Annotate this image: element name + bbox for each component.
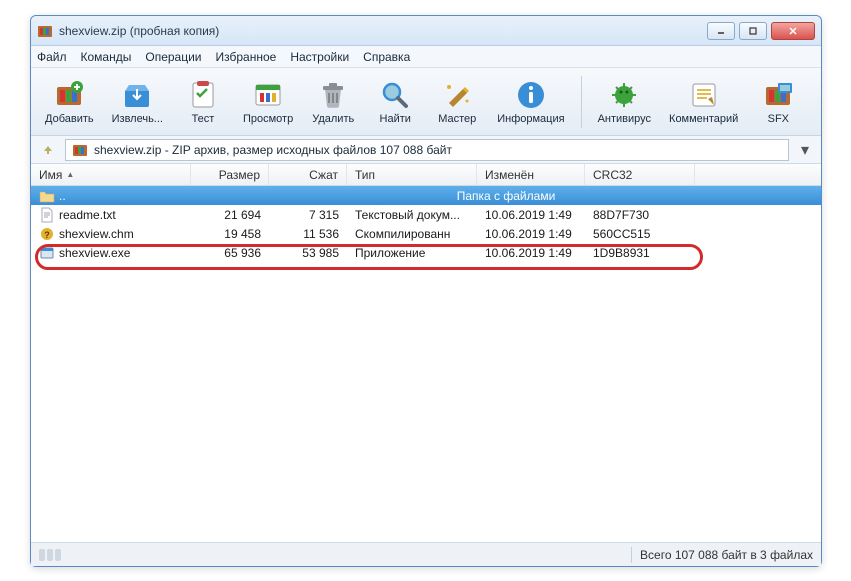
close-button[interactable] xyxy=(771,22,815,40)
menu-favorites[interactable]: Избранное xyxy=(216,50,277,64)
view-button[interactable]: Просмотр xyxy=(237,75,299,129)
extract-label: Извлечь... xyxy=(112,113,163,125)
menu-settings[interactable]: Настройки xyxy=(290,50,349,64)
titlebar: shexview.zip (пробная копия) xyxy=(31,16,821,46)
file-list: Имя▲ Размер Сжат Тип Изменён CRC32 .. Па… xyxy=(31,164,821,542)
svg-text:?: ? xyxy=(44,230,50,240)
menu-operations[interactable]: Операции xyxy=(145,50,201,64)
menu-commands[interactable]: Команды xyxy=(81,50,132,64)
info-button[interactable]: Информация xyxy=(491,75,570,129)
sfx-button[interactable]: SFX xyxy=(750,75,806,129)
sfx-label: SFX xyxy=(768,113,789,125)
address-dropdown[interactable]: ▾ xyxy=(797,140,813,160)
antivirus-label: Антивирус xyxy=(598,113,651,125)
statusbar: Всего 107 088 байт в 3 файлах xyxy=(31,542,821,566)
find-icon xyxy=(379,79,411,111)
folder-icon xyxy=(39,188,55,204)
pathbar: shexview.zip - ZIP архив, размер исходны… xyxy=(31,136,821,164)
txt-file-icon xyxy=(39,207,55,223)
extract-icon xyxy=(121,79,153,111)
col-modified[interactable]: Изменён xyxy=(477,164,585,185)
address-box[interactable]: shexview.zip - ZIP архив, размер исходны… xyxy=(65,139,789,161)
wizard-icon xyxy=(441,79,473,111)
comment-button[interactable]: Комментарий xyxy=(663,75,744,129)
info-label: Информация xyxy=(497,113,564,125)
address-text: shexview.zip - ZIP архив, размер исходны… xyxy=(94,143,452,157)
app-icon xyxy=(37,23,53,39)
parent-type: Папка с файлами xyxy=(191,189,821,203)
test-icon xyxy=(187,79,219,111)
minimize-button[interactable] xyxy=(707,22,735,40)
delete-button[interactable]: Удалить xyxy=(305,75,361,129)
up-button[interactable] xyxy=(39,139,57,161)
view-icon xyxy=(252,79,284,111)
col-packed[interactable]: Сжат xyxy=(269,164,347,185)
add-label: Добавить xyxy=(45,113,94,125)
menu-help[interactable]: Справка xyxy=(363,50,410,64)
parent-name: .. xyxy=(59,189,66,203)
status-grip-icon xyxy=(39,549,79,561)
antivirus-button[interactable]: Антивирус xyxy=(592,75,657,129)
maximize-button[interactable] xyxy=(739,22,767,40)
find-label: Найти xyxy=(380,113,411,125)
archive-icon xyxy=(72,142,88,158)
find-button[interactable]: Найти xyxy=(367,75,423,129)
test-label: Тест xyxy=(192,113,215,125)
sfx-icon xyxy=(762,79,794,111)
info-icon xyxy=(515,79,547,111)
col-name[interactable]: Имя▲ xyxy=(31,164,191,185)
window: shexview.zip (пробная копия) Файл Команд… xyxy=(30,15,822,567)
chm-file-icon: ? xyxy=(39,226,55,242)
status-total: Всего 107 088 байт в 3 файлах xyxy=(640,548,813,562)
menu-file[interactable]: Файл xyxy=(37,50,67,64)
view-label: Просмотр xyxy=(243,113,293,125)
toolbar-separator xyxy=(581,76,582,128)
window-controls xyxy=(707,22,815,40)
file-row[interactable]: readme.txt 21 694 7 315 Текстовый докум.… xyxy=(31,205,821,224)
delete-icon xyxy=(317,79,349,111)
extract-button[interactable]: Извлечь... xyxy=(106,75,169,129)
delete-label: Удалить xyxy=(312,113,354,125)
sort-asc-icon: ▲ xyxy=(66,170,74,179)
column-headers: Имя▲ Размер Сжат Тип Изменён CRC32 xyxy=(31,164,821,186)
test-button[interactable]: Тест xyxy=(175,75,231,129)
parent-folder-row[interactable]: .. Папка с файлами xyxy=(31,186,821,205)
col-size[interactable]: Размер xyxy=(191,164,269,185)
wizard-button[interactable]: Мастер xyxy=(429,75,485,129)
add-button[interactable]: Добавить xyxy=(39,75,100,129)
window-title: shexview.zip (пробная копия) xyxy=(59,24,707,38)
file-row[interactable]: shexview.exe 65 936 53 985 Приложение 10… xyxy=(31,243,821,262)
comment-label: Комментарий xyxy=(669,113,738,125)
file-row[interactable]: ? shexview.chm 19 458 11 536 Скомпилиров… xyxy=(31,224,821,243)
add-icon xyxy=(53,79,85,111)
antivirus-icon xyxy=(608,79,640,111)
col-type[interactable]: Тип xyxy=(347,164,477,185)
col-crc[interactable]: CRC32 xyxy=(585,164,695,185)
comment-icon xyxy=(688,79,720,111)
menubar: Файл Команды Операции Избранное Настройк… xyxy=(31,46,821,68)
exe-file-icon xyxy=(39,245,55,261)
toolbar: Добавить Извлечь... Тест Просмотр Удалит… xyxy=(31,68,821,136)
wizard-label: Мастер xyxy=(438,113,476,125)
